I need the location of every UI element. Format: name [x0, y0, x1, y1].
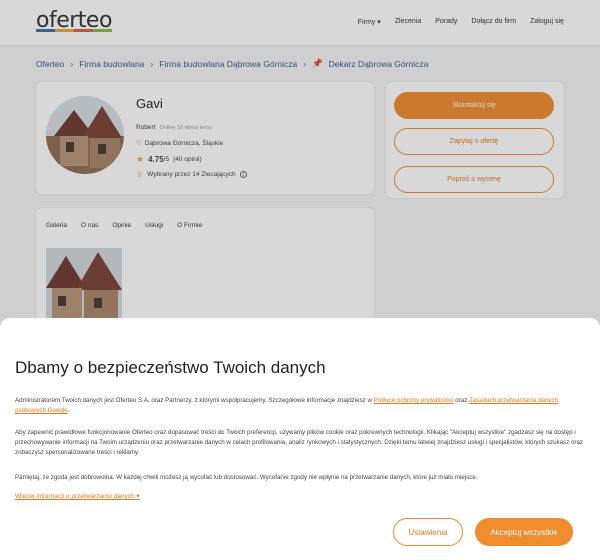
more-info-text: Więcej informacji o przetwarzaniu danych	[15, 493, 135, 500]
accept-all-button[interactable]: Akceptuj wszystkie	[475, 518, 573, 546]
consent-paragraph-2: Aby zapewnić prawidłowe funkcjonowanie O…	[15, 429, 584, 456]
privacy-policy-link[interactable]: Polityce ochrony prywatności	[374, 397, 454, 404]
consent-p1-end: .	[67, 406, 70, 414]
settings-button[interactable]: Ustawienia	[393, 518, 463, 546]
chevron-down-icon: ▾	[136, 493, 140, 500]
consent-p1-start: Administratorem Twoich danych jest Ofert…	[15, 397, 374, 404]
more-info-link[interactable]: Więcej informacji o przetwarzaniu danych…	[15, 492, 140, 500]
consent-paragraph-1: Administratorem Twoich danych jest Ofert…	[15, 396, 587, 416]
consent-p1-mid: oraz	[453, 397, 469, 404]
consent-title: Dbamy o bezpieczeństwo Twoich danych	[15, 358, 326, 377]
consent-paragraph-3: Pamiętaj, że zgoda jest dobrowolna. W ka…	[15, 474, 478, 481]
cookie-consent-modal: Dbamy o bezpieczeństwo Twoich danych Adm…	[0, 318, 600, 560]
